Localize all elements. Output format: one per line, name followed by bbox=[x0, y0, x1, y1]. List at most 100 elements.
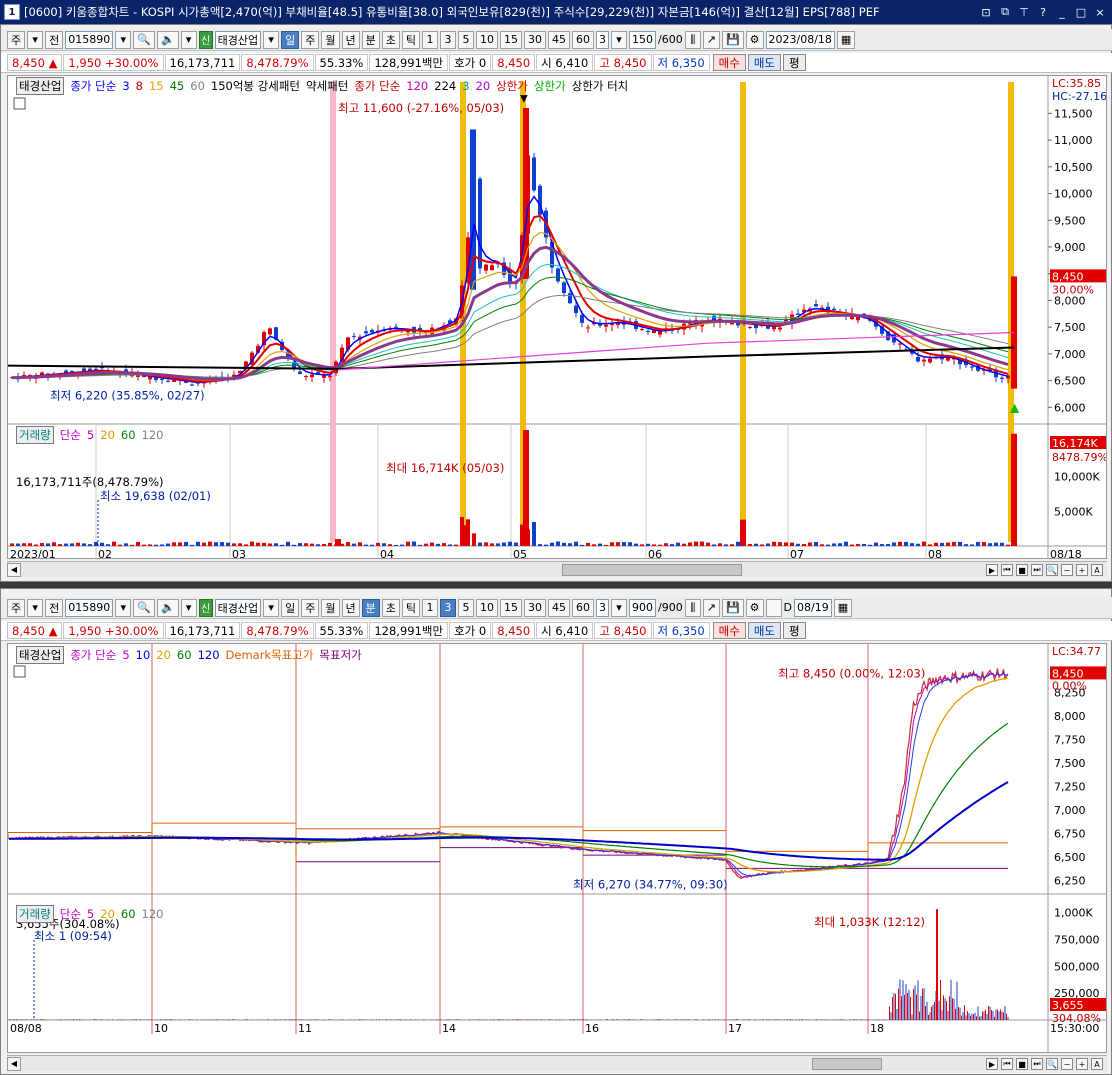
dropdown-icon[interactable]: ▾ bbox=[611, 30, 628, 49]
zoom-out-icon[interactable]: 🔍 bbox=[1046, 1058, 1058, 1070]
minute-button-15[interactable]: 15 bbox=[500, 598, 523, 617]
close-icon[interactable]: × bbox=[1092, 4, 1108, 20]
legend-item-0[interactable]: 태경산업 bbox=[16, 646, 65, 664]
legend-item-13[interactable]: 20 bbox=[476, 79, 491, 93]
minimize-icon[interactable]: _ bbox=[1054, 4, 1070, 20]
legend-item-4[interactable]: 20 bbox=[156, 648, 171, 662]
text-icon[interactable]: A bbox=[1091, 564, 1103, 576]
plus-icon[interactable]: + bbox=[1076, 1058, 1088, 1070]
buy-button[interactable]: 매수 bbox=[712, 54, 746, 71]
dropdown-icon[interactable]: ▾ bbox=[115, 598, 132, 617]
minus-icon[interactable]: − bbox=[1061, 1058, 1073, 1070]
legend-item-3[interactable]: 20 bbox=[100, 428, 115, 442]
minute-button-10[interactable]: 10 bbox=[476, 30, 499, 49]
legend-item-5[interactable]: 120 bbox=[142, 907, 164, 921]
play-icon[interactable]: ▶ bbox=[986, 1058, 998, 1070]
legend-item-7[interactable]: Demark목표고가 bbox=[226, 647, 314, 663]
last-icon[interactable]: ⏭ bbox=[1031, 1058, 1043, 1070]
period-button-6[interactable]: 틱 bbox=[401, 30, 421, 49]
scroll-thumb[interactable] bbox=[812, 1058, 882, 1070]
chart-type-icon[interactable]: ⫼ bbox=[684, 30, 701, 49]
legend-item-7[interactable]: 150억봉 강세패턴 bbox=[211, 78, 300, 94]
legend-item-15[interactable]: 상한가 bbox=[534, 78, 566, 94]
speaker-icon[interactable]: 🔈 bbox=[156, 30, 179, 49]
stop-icon[interactable]: ■ bbox=[1016, 564, 1028, 576]
minute-button-15[interactable]: 15 bbox=[500, 30, 523, 49]
help-icon[interactable]: ? bbox=[1035, 4, 1051, 20]
top-price-chart[interactable]: 11,50011,00010,50010,0009,5009,0008,5008… bbox=[8, 76, 1107, 559]
buy-button[interactable]: 매수 bbox=[712, 622, 746, 639]
legend-item-0[interactable]: 거래량 bbox=[16, 426, 54, 444]
save-icon[interactable]: 💾 bbox=[721, 598, 744, 617]
play-icon[interactable]: ▶ bbox=[986, 564, 998, 576]
scroll-thumb[interactable] bbox=[562, 564, 742, 576]
eval-button[interactable]: 평 bbox=[783, 622, 806, 639]
stop-icon[interactable]: ■ bbox=[1016, 1058, 1028, 1070]
calendar-icon[interactable]: ▦ bbox=[833, 598, 853, 617]
eval-button[interactable]: 평 bbox=[783, 54, 806, 71]
text-icon[interactable]: A bbox=[1091, 1058, 1103, 1070]
range-input[interactable]: 150 bbox=[629, 30, 657, 49]
speaker-icon[interactable]: 🔈 bbox=[156, 598, 179, 617]
calendar-icon[interactable]: ▦ bbox=[836, 30, 856, 49]
minute-button-45[interactable]: 45 bbox=[548, 598, 571, 617]
minute-button-3[interactable]: 3 bbox=[440, 598, 457, 617]
minute-button-30[interactable]: 30 bbox=[524, 598, 547, 617]
dropdown-icon[interactable]: ▾ bbox=[180, 598, 197, 617]
dropdown-icon[interactable]: ▾ bbox=[263, 598, 280, 617]
window-icon[interactable]: ⊡ bbox=[978, 4, 994, 20]
maximize-icon[interactable]: □ bbox=[1073, 4, 1089, 20]
legend-item-5[interactable]: 60 bbox=[177, 648, 192, 662]
code-input[interactable]: 015890 bbox=[65, 30, 114, 49]
market-select[interactable]: 주 bbox=[7, 598, 26, 617]
dropdown-icon[interactable]: ▾ bbox=[611, 598, 628, 617]
zoom-out-icon[interactable]: 🔍 bbox=[1046, 564, 1058, 576]
legend-item-1[interactable]: 단순 bbox=[60, 906, 81, 922]
settings-icon[interactable]: ⚙ bbox=[745, 30, 764, 49]
period-button-4[interactable]: 분 bbox=[361, 598, 380, 617]
minute-button-5[interactable]: 5 bbox=[458, 598, 475, 617]
legend-item-8[interactable]: 약세패턴 bbox=[306, 78, 348, 94]
legend-item-3[interactable]: 8 bbox=[136, 79, 143, 93]
settings-icon[interactable]: ⚙ bbox=[745, 598, 764, 617]
legend-item-9[interactable]: 종가 단순 bbox=[354, 78, 400, 94]
draw-icon[interactable]: ↗ bbox=[702, 30, 720, 49]
dropdown-icon[interactable]: ▾ bbox=[263, 30, 280, 49]
last-icon[interactable]: ⏭ bbox=[1031, 564, 1043, 576]
plus-icon[interactable]: + bbox=[1076, 564, 1088, 576]
minute-button-10[interactable]: 10 bbox=[476, 598, 499, 617]
scroll-left-icon[interactable]: ◀ bbox=[7, 1056, 21, 1071]
count-input[interactable]: 3 bbox=[596, 598, 610, 617]
date-input[interactable]: 2023/08/18 bbox=[765, 30, 835, 49]
minus-icon[interactable]: − bbox=[1061, 564, 1073, 576]
first-icon[interactable]: ⏮ bbox=[1001, 1058, 1013, 1070]
minute-button-5[interactable]: 5 bbox=[458, 30, 475, 49]
legend-item-10[interactable]: 120 bbox=[406, 79, 428, 93]
legend-item-11[interactable]: 224 bbox=[434, 79, 456, 93]
dropdown-icon[interactable]: ▾ bbox=[27, 598, 44, 617]
pin-icon[interactable]: ⊤ bbox=[1016, 4, 1032, 20]
legend-item-6[interactable]: 120 bbox=[198, 648, 220, 662]
bottom-chart-area[interactable]: 8,250 8,000 7,750 7,500 7,250 7,000 6,750 6,500… bbox=[7, 643, 1107, 1053]
minute-button-30[interactable]: 30 bbox=[524, 30, 547, 49]
minute-button-1[interactable]: 1 bbox=[422, 30, 439, 49]
legend-item-3[interactable]: 20 bbox=[100, 907, 115, 921]
search-icon[interactable]: 🔍 bbox=[133, 30, 155, 49]
period-button-4[interactable]: 분 bbox=[361, 30, 380, 49]
legend-item-4[interactable]: 15 bbox=[149, 79, 164, 93]
legend-item-5[interactable]: 120 bbox=[142, 428, 164, 442]
period-button-2[interactable]: 월 bbox=[321, 598, 340, 617]
legend-item-0[interactable]: 거래량 bbox=[16, 905, 54, 923]
stock-name-field[interactable]: 태경산업 bbox=[214, 598, 262, 617]
top-scrollbar[interactable]: ◀ ▶ ⏮ ■ ⏭ 🔍 − + A bbox=[7, 561, 1107, 577]
save-icon[interactable]: 💾 bbox=[721, 30, 744, 49]
minute-button-3[interactable]: 3 bbox=[440, 30, 457, 49]
legend-item-1[interactable]: 종가 단순 bbox=[70, 647, 116, 663]
legend-item-2[interactable]: 3 bbox=[122, 79, 129, 93]
legend-item-5[interactable]: 45 bbox=[170, 79, 185, 93]
legend-item-2[interactable]: 5 bbox=[87, 907, 94, 921]
legend-item-6[interactable]: 60 bbox=[190, 79, 205, 93]
period-button-1[interactable]: 주 bbox=[301, 598, 320, 617]
period-button-2[interactable]: 월 bbox=[321, 30, 340, 49]
bottom-scrollbar[interactable]: ◀ ▶ ⏮ ■ ⏭ 🔍 − + A bbox=[7, 1055, 1107, 1071]
